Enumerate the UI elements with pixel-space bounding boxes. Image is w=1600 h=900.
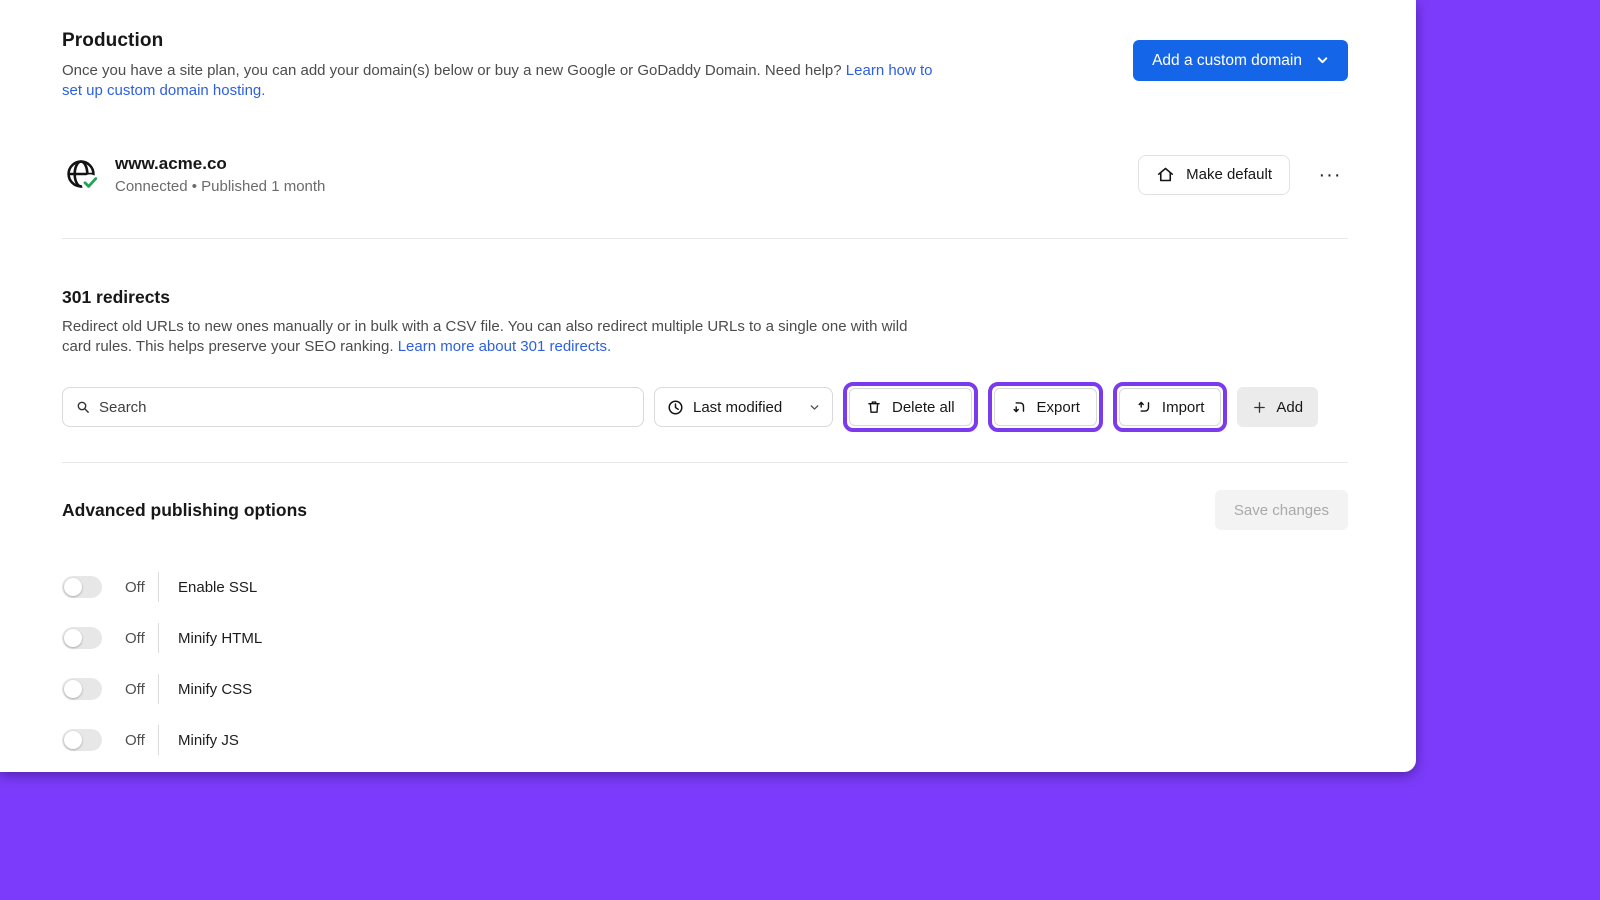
domain-status: Connected • Published 1 month xyxy=(115,178,325,195)
highlight-ring-delete-all: Delete all xyxy=(843,382,978,432)
production-description-text: Once you have a site plan, you can add y… xyxy=(62,62,846,79)
plus-icon xyxy=(1252,400,1267,415)
redirects-title: 301 redirects xyxy=(62,287,1348,308)
chevron-down-icon xyxy=(1316,54,1329,67)
globe-connected-icon xyxy=(62,155,102,195)
settings-panel: Production Once you have a site plan, yo… xyxy=(0,0,1416,772)
toggle-state: Off xyxy=(125,579,147,596)
add-custom-domain-label: Add a custom domain xyxy=(1152,52,1302,70)
search-box xyxy=(62,387,644,427)
toggle-knob xyxy=(64,731,82,749)
toggle-separator xyxy=(158,674,159,704)
redirects-toolbar: Last modified Delete all Export xyxy=(62,382,1348,432)
delete-all-button[interactable]: Delete all xyxy=(849,388,972,426)
export-label: Export xyxy=(1037,399,1080,416)
toggle-separator xyxy=(158,725,159,755)
search-input[interactable] xyxy=(99,399,631,416)
toggle-row-enable-ssl: Off Enable SSL xyxy=(62,575,1348,599)
sort-dropdown-label: Last modified xyxy=(693,399,782,416)
toggle-row-minify-js: Off Minify JS xyxy=(62,728,1348,752)
advanced-toggles: Off Enable SSL Off Minify HTML Off Minif… xyxy=(62,575,1348,752)
sort-dropdown[interactable]: Last modified xyxy=(654,387,833,427)
production-header-text: Production Once you have a site plan, yo… xyxy=(62,30,952,100)
import-arrow-icon xyxy=(1136,399,1152,415)
add-redirect-button[interactable]: Add xyxy=(1237,387,1318,427)
section-divider xyxy=(62,238,1348,239)
domain-row: www.acme.co Connected • Published 1 mont… xyxy=(62,154,1348,195)
home-icon xyxy=(1156,165,1175,184)
import-label: Import xyxy=(1162,399,1205,416)
minify-html-toggle[interactable] xyxy=(62,627,102,649)
clock-icon xyxy=(667,399,684,416)
minify-css-toggle[interactable] xyxy=(62,678,102,700)
toggle-row-minify-html: Off Minify HTML xyxy=(62,626,1348,650)
delete-all-label: Delete all xyxy=(892,399,955,416)
domain-name: www.acme.co xyxy=(115,154,325,174)
toggle-row-minify-css: Off Minify CSS xyxy=(62,677,1348,701)
export-button[interactable]: Export xyxy=(994,388,1097,426)
minify-js-toggle[interactable] xyxy=(62,729,102,751)
toggle-label: Minify HTML xyxy=(178,630,262,647)
domain-info: www.acme.co Connected • Published 1 mont… xyxy=(115,154,325,195)
domain-actions: Make default ··· xyxy=(1138,155,1348,195)
production-header: Production Once you have a site plan, yo… xyxy=(62,0,1348,100)
highlight-ring-import: Import xyxy=(1113,382,1228,432)
trash-icon xyxy=(866,399,882,415)
make-default-label: Make default xyxy=(1186,166,1272,183)
toggle-state: Off xyxy=(125,732,147,749)
toggle-separator xyxy=(158,623,159,653)
toggle-label: Minify CSS xyxy=(178,681,252,698)
production-description: Once you have a site plan, you can add y… xyxy=(62,61,952,100)
redirects-section: 301 redirects Redirect old URLs to new o… xyxy=(62,287,1348,432)
advanced-title: Advanced publishing options xyxy=(62,500,307,521)
section-divider xyxy=(62,462,1348,463)
chevron-down-icon xyxy=(809,402,820,413)
toggle-label: Enable SSL xyxy=(178,579,257,596)
search-icon xyxy=(75,399,91,415)
toggle-label: Minify JS xyxy=(178,732,239,749)
add-redirect-label: Add xyxy=(1276,399,1303,416)
toggle-knob xyxy=(64,578,82,596)
export-arrow-icon xyxy=(1011,399,1027,415)
page-title: Production xyxy=(62,30,952,52)
more-options-icon[interactable]: ··· xyxy=(1312,155,1348,195)
toggle-separator xyxy=(158,572,159,602)
toggle-knob xyxy=(64,629,82,647)
highlight-ring-export: Export xyxy=(988,382,1103,432)
enable-ssl-toggle[interactable] xyxy=(62,576,102,598)
toggle-knob xyxy=(64,680,82,698)
toggle-state: Off xyxy=(125,630,147,647)
make-default-button[interactable]: Make default xyxy=(1138,155,1290,195)
redirects-learn-link[interactable]: Learn more about 301 redirects. xyxy=(398,338,611,355)
import-button[interactable]: Import xyxy=(1119,388,1222,426)
save-changes-button[interactable]: Save changes xyxy=(1215,490,1348,530)
add-custom-domain-button[interactable]: Add a custom domain xyxy=(1133,40,1348,81)
toggle-state: Off xyxy=(125,681,147,698)
advanced-header: Advanced publishing options Save changes xyxy=(62,490,1348,530)
redirects-description: Redirect old URLs to new ones manually o… xyxy=(62,317,930,356)
